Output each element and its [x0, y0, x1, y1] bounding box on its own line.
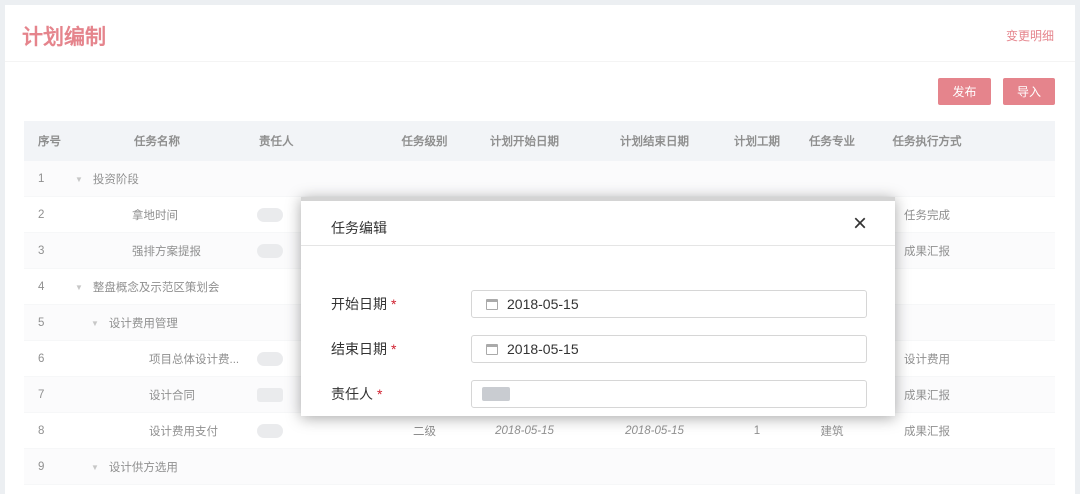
- start-date-row: 开始日期 * 2018-05-15: [331, 290, 867, 318]
- owner-label: 责任人 *: [331, 384, 471, 404]
- required-mark: *: [377, 386, 383, 402]
- end-date-input[interactable]: 2018-05-15: [471, 335, 867, 363]
- end-date-row: 结束日期 * 2018-05-15: [331, 335, 867, 363]
- start-date-input[interactable]: 2018-05-15: [471, 290, 867, 318]
- calendar-icon: [486, 343, 498, 355]
- end-date-label-text: 结束日期: [331, 341, 387, 357]
- plan-editor-page: 计划编制 变更明细 发布 导入 序号 任务名称 责任人 任务级别 计划开始日期 …: [5, 5, 1075, 494]
- calendar-icon: [486, 298, 498, 310]
- end-date-value: 2018-05-15: [507, 341, 579, 357]
- required-mark: *: [391, 296, 397, 312]
- required-mark: *: [391, 341, 397, 357]
- owner-row: 责任人 *: [331, 380, 867, 408]
- owner-value-redacted: [482, 387, 510, 401]
- task-edit-dialog: 任务编辑 × 开始日期 * 2018-05-15 结束日期 * 2018-05-15…: [301, 197, 895, 416]
- dialog-header: 任务编辑 ×: [301, 201, 895, 246]
- dialog-title: 任务编辑: [331, 220, 387, 236]
- close-icon[interactable]: ×: [853, 212, 867, 236]
- end-date-label: 结束日期 *: [331, 339, 471, 359]
- owner-label-text: 责任人: [331, 386, 373, 402]
- owner-input[interactable]: [471, 380, 867, 408]
- start-date-value: 2018-05-15: [507, 296, 579, 312]
- start-date-label: 开始日期 *: [331, 294, 471, 314]
- start-date-label-text: 开始日期: [331, 296, 387, 312]
